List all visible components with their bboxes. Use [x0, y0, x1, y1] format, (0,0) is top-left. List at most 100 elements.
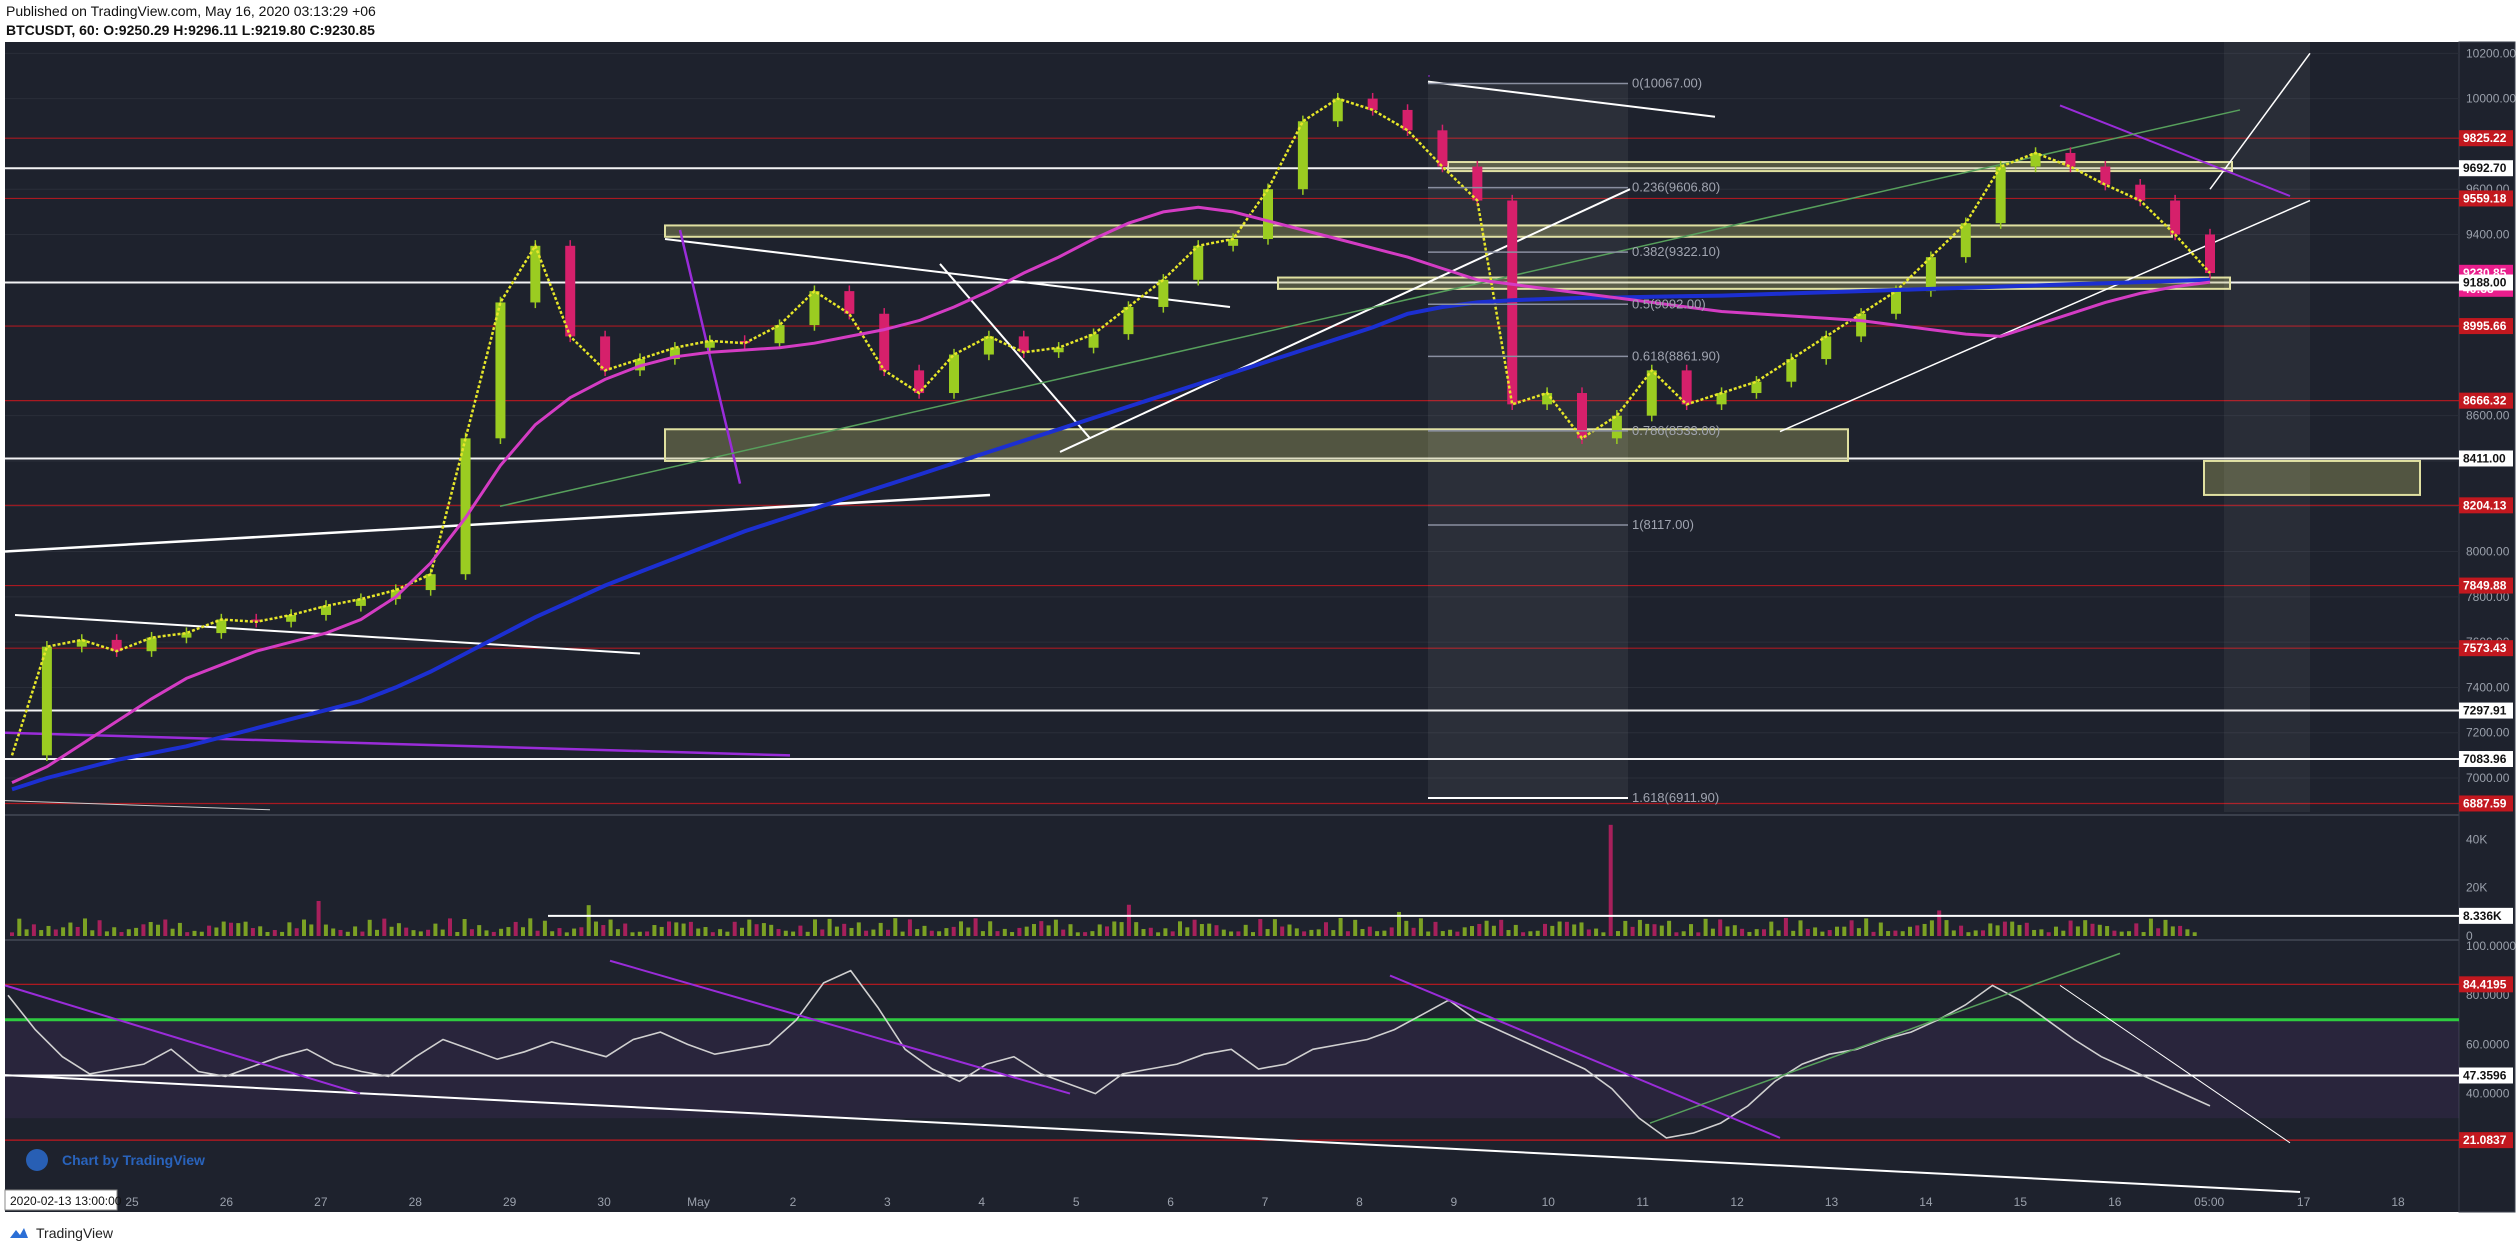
chart-canvas[interactable]: 40K20K08.336K 100.000080.000060.000040.0…	[0, 0, 2520, 1247]
time-tick-label: 6	[1167, 1195, 1174, 1209]
volume-bar	[1630, 926, 1635, 936]
volume-bar	[1922, 923, 1927, 936]
volume-bar	[1594, 928, 1599, 936]
volume-bar	[345, 931, 350, 936]
volume-bar	[2185, 929, 2190, 936]
volume-bar	[1404, 920, 1409, 936]
candle-body	[146, 637, 157, 652]
time-tick-label: 10	[1542, 1195, 1556, 1209]
volume-bar	[907, 919, 912, 936]
volume-bar	[1623, 920, 1628, 936]
volume-bar	[2083, 920, 2088, 936]
candle-body	[1507, 200, 1518, 405]
volume-bar	[988, 921, 993, 936]
volume-bar	[46, 925, 51, 936]
volume-bar	[1272, 919, 1277, 936]
volume-bar	[17, 918, 22, 936]
volume-bar	[1470, 926, 1474, 936]
volume-bar	[1236, 931, 1241, 936]
price-tag-label: 7083.96	[2463, 752, 2507, 766]
volume-bar	[995, 931, 1000, 936]
volume-bar	[418, 931, 423, 936]
volume-bar	[1550, 925, 1555, 936]
volume-bar	[878, 922, 883, 936]
volume-bar	[521, 927, 525, 936]
volume-bar	[1324, 922, 1328, 936]
time-tick-label: 13	[1825, 1195, 1839, 1209]
volume-bar	[769, 924, 774, 936]
volume-bar	[1579, 922, 1584, 936]
volume-bar	[10, 932, 14, 936]
volume-bar	[1083, 932, 1088, 936]
volume-bar	[1856, 928, 1861, 936]
volume-bar	[572, 928, 577, 936]
candle-body	[879, 313, 890, 371]
volume-bar	[258, 926, 263, 936]
price-tag-label: 8995.66	[2463, 319, 2507, 333]
volume-bar	[389, 926, 394, 936]
volume-bar	[112, 927, 117, 936]
price-tag-label: 6887.59	[2463, 796, 2507, 810]
volume-bar	[1813, 927, 1818, 936]
volume-bar	[1214, 925, 1219, 936]
volume-bar	[1097, 924, 1102, 936]
volume-bar	[484, 930, 489, 936]
volume-bar	[2097, 924, 2102, 936]
volume-bar	[1309, 929, 1314, 936]
candle-body	[1297, 121, 1308, 190]
volume-bar	[2075, 926, 2080, 936]
volume-bar	[491, 931, 496, 936]
volume-bar	[608, 919, 613, 936]
footer-brand[interactable]: TradingView	[36, 1225, 113, 1241]
support-resistance-zone	[664, 224, 2173, 238]
candle-body	[2065, 152, 2076, 167]
candle-body	[2170, 200, 2181, 235]
price-tick-label: 8000.00	[2466, 545, 2510, 559]
volume-bar	[1864, 918, 1869, 936]
volume-bar	[104, 931, 109, 936]
fib-level-label: 0(10067.00)	[1632, 75, 1702, 90]
candle-body	[1751, 381, 1762, 394]
volume-bar	[922, 925, 927, 936]
volume-bar	[1528, 931, 1533, 936]
volume-bar	[615, 929, 620, 936]
candle-body	[1681, 370, 1692, 405]
price-tag-label: 8204.13	[2463, 498, 2507, 512]
volume-bar	[1017, 927, 1022, 936]
volume-bar	[1543, 923, 1547, 936]
volume-bar	[696, 928, 701, 936]
volume-bar	[1900, 931, 1905, 936]
time-tick-label: 05:00	[2194, 1195, 2224, 1209]
volume-bar	[2112, 930, 2117, 936]
volume-bar	[1119, 922, 1124, 936]
volume-bar	[1762, 929, 1766, 936]
volume-bar	[265, 931, 270, 936]
volume-bar	[221, 921, 226, 936]
volume-bar	[579, 927, 584, 936]
volume-bar	[156, 924, 160, 936]
volume-bar	[798, 925, 803, 936]
volume-bar	[141, 924, 146, 936]
volume-bar	[1148, 927, 1153, 936]
volume-bar	[1338, 918, 1343, 936]
volume-bar	[61, 927, 66, 936]
volume-bar	[1418, 918, 1423, 936]
time-tick-label: 4	[978, 1195, 985, 1209]
volume-bar	[1002, 928, 1007, 936]
time-tick-label: 8	[1356, 1195, 1363, 1209]
volume-bar	[2148, 918, 2153, 936]
time-tick-label: 14	[1919, 1195, 1933, 1209]
volume-bar	[601, 925, 606, 936]
volume-bar	[1776, 930, 1781, 936]
candle-body	[1716, 393, 1727, 405]
volume-bar	[1462, 927, 1467, 936]
volume-bar	[448, 918, 452, 936]
candle-body	[983, 336, 994, 355]
time-tick-label: 11	[1636, 1195, 1649, 1209]
rsi-tick-label: 60.0000	[2466, 1037, 2510, 1051]
candle-body	[355, 599, 366, 606]
volume-bar	[404, 927, 409, 936]
volume-bar	[1126, 904, 1131, 936]
volume-bar	[1426, 931, 1431, 936]
volume-bar	[1586, 929, 1591, 936]
